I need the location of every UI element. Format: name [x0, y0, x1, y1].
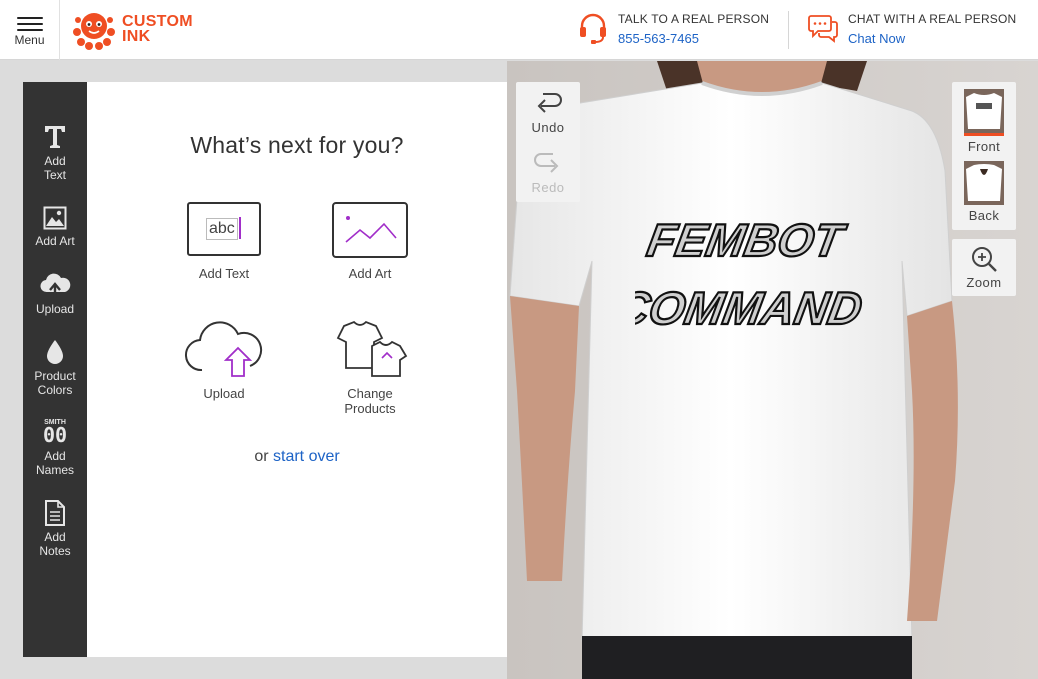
redo-button[interactable]: Redo — [516, 150, 580, 195]
design-line-2: COMMAND — [635, 282, 866, 334]
start-over-link[interactable]: start over — [273, 448, 340, 465]
tool-label: Notes — [39, 544, 71, 558]
whats-next-panel: What’s next for you? abc Add Text Add Ar… — [87, 82, 507, 657]
add-text-sample: abc — [206, 218, 238, 240]
drop-icon — [47, 340, 63, 364]
top-header: Menu CUSTOM INK TALK TO A REAL PERSON 85… — [0, 0, 1038, 60]
headset-icon — [580, 13, 606, 44]
option-change-products[interactable]: Change Products — [315, 320, 425, 416]
view-back[interactable]: Back — [952, 161, 1016, 223]
notes-icon — [45, 500, 65, 526]
header-divider — [788, 11, 789, 49]
tool-label: Names — [35, 463, 74, 477]
upload-cloud-icon — [40, 273, 71, 298]
text-icon — [45, 126, 65, 148]
logo-line-2: INK — [122, 28, 151, 45]
add-art-icon — [332, 202, 408, 258]
view-back-label: Back — [968, 208, 1000, 223]
option-label: Add Art — [348, 266, 392, 281]
undo-label: Undo — [531, 120, 565, 135]
menu-button[interactable]: Menu — [0, 0, 60, 60]
tool-label: Colors — [37, 383, 73, 397]
back-thumbnail — [964, 161, 1004, 205]
option-upload[interactable]: Upload — [169, 320, 279, 401]
redo-label: Redo — [531, 180, 565, 195]
upload-icon — [184, 321, 263, 377]
tool-label: Add — [44, 449, 66, 463]
view-front-label: Front — [967, 139, 1001, 154]
tool-label: Add — [44, 154, 66, 168]
redo-icon — [534, 153, 559, 173]
custom-ink-logo[interactable]: CUSTOM INK — [72, 8, 193, 52]
tool-add-notes[interactable]: Add Notes — [23, 500, 87, 558]
chat-title: CHAT WITH A REAL PERSON — [848, 12, 1017, 26]
chat-now-link[interactable]: Chat Now — [848, 31, 905, 46]
zoom-label: Zoom — [966, 275, 1002, 290]
tool-label: Upload — [35, 302, 75, 316]
start-over-line: or start over — [87, 448, 507, 466]
phone-number-link[interactable]: 855-563-7465 — [618, 31, 699, 46]
option-label: Products — [344, 401, 396, 416]
panel-title: What’s next for you? — [190, 132, 404, 158]
tool-label: Add — [44, 530, 66, 544]
start-over-prefix: or — [254, 448, 269, 465]
view-switcher: Front Back — [952, 82, 1016, 230]
undo-icon — [537, 93, 562, 113]
tool-label: Product — [34, 369, 76, 383]
undo-button[interactable]: Undo — [516, 90, 580, 135]
jersey-number: 00 — [42, 423, 68, 447]
front-thumbnail — [964, 89, 1004, 136]
history-controls: Undo Redo — [516, 82, 580, 202]
tool-label: Text — [43, 168, 66, 182]
zoom-button[interactable]: Zoom — [952, 239, 1016, 296]
design-line-1: FEMBOT — [643, 214, 850, 266]
option-label: Change — [347, 386, 393, 401]
tool-add-text[interactable]: Add Text — [23, 124, 87, 182]
add-text-icon: abc — [187, 202, 261, 256]
chat-with-person: CHAT WITH A REAL PERSON Chat Now — [808, 10, 1033, 50]
option-add-text[interactable]: abc Add Text — [169, 202, 279, 281]
tool-add-names[interactable]: SMITH 00 Add Names — [23, 419, 87, 477]
tool-add-art[interactable]: Add Art — [23, 206, 87, 248]
talk-title: TALK TO A REAL PERSON — [618, 12, 770, 26]
shirt-design-artwork[interactable]: FEMBOT COMMAND — [635, 206, 875, 336]
option-label: Add Text — [198, 266, 250, 281]
image-icon — [43, 206, 67, 230]
view-front[interactable]: Front — [952, 89, 1016, 154]
menu-label: Menu — [14, 33, 45, 47]
logo-wordmark: CUSTOM INK — [122, 13, 193, 45]
option-add-art[interactable]: Add Art — [315, 202, 425, 281]
tool-product-colors[interactable]: Product Colors — [23, 339, 87, 397]
option-label: Upload — [203, 386, 245, 401]
change-products-icon — [336, 320, 408, 377]
talk-to-person: TALK TO A REAL PERSON 855-563-7465 — [578, 10, 778, 50]
zoom-in-icon — [972, 247, 997, 272]
logo-line-1: CUSTOM — [122, 13, 193, 30]
chat-bubbles-icon — [808, 15, 838, 43]
tool-upload[interactable]: Upload — [23, 272, 87, 316]
octopus-logo-icon — [73, 13, 115, 50]
design-toolbar: Add Text Add Art Upload Product Colors S… — [23, 82, 87, 657]
tool-label: Add Art — [35, 234, 75, 248]
jersey-names-icon: SMITH 00 — [40, 419, 70, 445]
